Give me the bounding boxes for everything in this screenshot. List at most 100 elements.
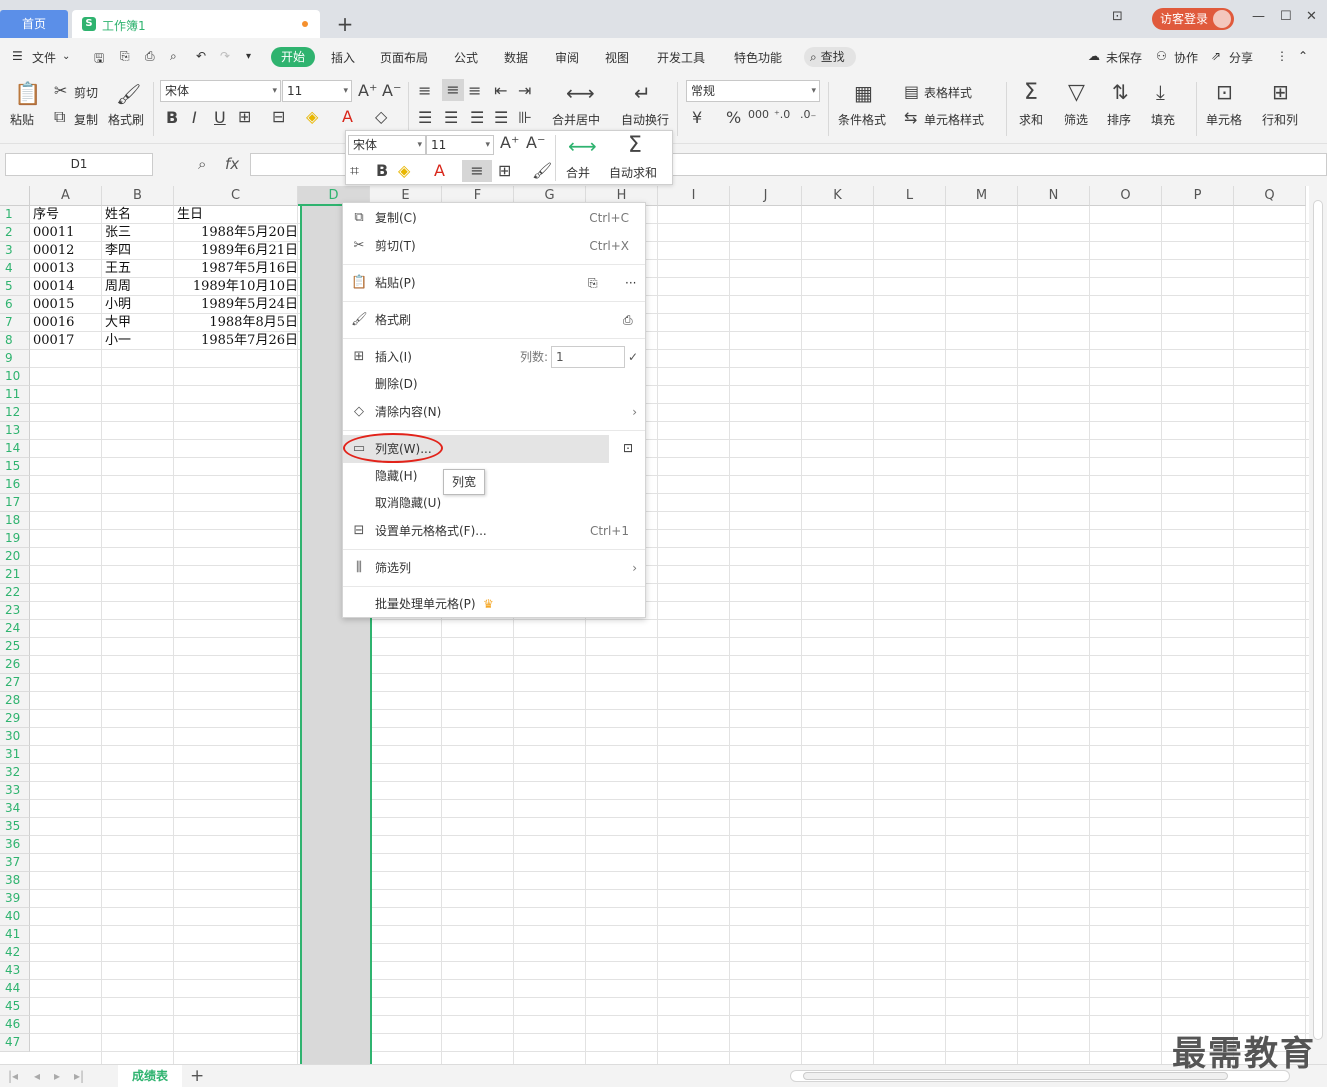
mini-autosum-icon[interactable]: Σ bbox=[628, 133, 642, 158]
row-header[interactable]: 40 bbox=[0, 908, 30, 926]
mini-border-icon[interactable]: ⊞ bbox=[498, 161, 511, 180]
copy-icon[interactable]: ⧉ bbox=[54, 107, 65, 127]
quick-access-dropdown-icon[interactable]: ▾ bbox=[246, 51, 251, 62]
tab-document[interactable]: S 工作簿1 bbox=[72, 10, 320, 38]
row-header[interactable]: 5 bbox=[0, 278, 30, 296]
column-header-n[interactable]: N bbox=[1018, 186, 1090, 206]
sheet-nav-prev-icon[interactable]: ◂ bbox=[34, 1069, 40, 1083]
underline-icon[interactable]: U bbox=[214, 108, 226, 127]
column-header-i[interactable]: I bbox=[658, 186, 730, 206]
cell[interactable]: 00016 bbox=[33, 314, 74, 332]
sheet-grid[interactable]: ABCDEFGHIJKLMNOPQ 1 2 3 4 5 6 7 8 9 10 11 12 13 14 15 1… bbox=[0, 186, 1309, 1064]
column-header-k[interactable]: K bbox=[802, 186, 874, 206]
justify-icon[interactable]: ☰ bbox=[494, 108, 508, 127]
row-header[interactable]: 44 bbox=[0, 980, 30, 998]
row-header[interactable]: 1 bbox=[0, 206, 30, 224]
row-header[interactable]: 28 bbox=[0, 692, 30, 710]
row-header[interactable]: 9 bbox=[0, 350, 30, 368]
menu-unhide[interactable]: 取消隐藏(U) bbox=[343, 490, 645, 516]
menu-developer[interactable]: 开发工具 bbox=[657, 49, 705, 66]
row-header[interactable]: 18 bbox=[0, 512, 30, 530]
menu-start[interactable]: 开始 bbox=[271, 47, 315, 67]
cell[interactable]: 姓名 bbox=[105, 206, 131, 224]
fill-color-icon[interactable]: ◈ bbox=[306, 107, 318, 126]
cell[interactable]: 00011 bbox=[33, 224, 74, 242]
eraser-icon[interactable]: ◇ bbox=[375, 107, 387, 126]
horizontal-scroll-thumb[interactable] bbox=[803, 1072, 1228, 1080]
collapse-ribbon-icon[interactable]: ⌃ bbox=[1298, 49, 1308, 63]
row-header[interactable]: 15 bbox=[0, 458, 30, 476]
distributed-icon[interactable]: ⊪ bbox=[518, 108, 532, 127]
hamburger-icon[interactable]: ☰ bbox=[12, 49, 23, 63]
sheet-nav-first-icon[interactable]: |◂ bbox=[8, 1069, 18, 1083]
row-header[interactable]: 46 bbox=[0, 1016, 30, 1034]
align-center-icon[interactable]: ☰ bbox=[444, 108, 458, 127]
row-header[interactable]: 29 bbox=[0, 710, 30, 728]
align-middle-icon[interactable]: ≡ bbox=[442, 79, 464, 101]
number-format-select[interactable]: 常规 bbox=[686, 80, 820, 102]
cell-label[interactable]: 单元格 bbox=[1206, 111, 1242, 128]
cell[interactable]: 小一 bbox=[105, 332, 131, 350]
row-header[interactable]: 34 bbox=[0, 800, 30, 818]
window-layout-icon[interactable]: ⊡ bbox=[1112, 9, 1123, 24]
conditional-format-label[interactable]: 条件格式 bbox=[838, 111, 886, 128]
decrease-decimal-icon[interactable]: .0₋ bbox=[800, 108, 816, 121]
collab-label[interactable]: 协作 bbox=[1174, 49, 1198, 66]
cell[interactable]: 1989年5月24日 bbox=[201, 296, 298, 314]
mini-font-select[interactable]: 宋体 bbox=[348, 135, 426, 155]
row-header[interactable]: 27 bbox=[0, 674, 30, 692]
tab-home[interactable]: 首页 bbox=[0, 10, 68, 38]
menu-review[interactable]: 审阅 bbox=[555, 49, 579, 66]
sheet-tab-active[interactable]: 成绩表 bbox=[118, 1065, 182, 1087]
vertical-scroll-thumb[interactable] bbox=[1313, 200, 1323, 1040]
menu-paste[interactable]: 📋 粘贴(P) ⎘ ··· bbox=[343, 270, 645, 296]
cell[interactable]: 周周 bbox=[105, 278, 131, 296]
rows-cols-label[interactable]: 行和列 bbox=[1262, 111, 1298, 128]
conditional-format-icon[interactable]: ▦ bbox=[854, 81, 873, 105]
more-options-icon[interactable]: ··· bbox=[625, 270, 636, 296]
export-icon[interactable]: ⎘ bbox=[120, 49, 130, 64]
redo-icon[interactable]: ↷ bbox=[220, 49, 230, 63]
row-header[interactable]: 24 bbox=[0, 620, 30, 638]
minimize-icon[interactable]: — bbox=[1252, 9, 1265, 24]
mini-autosum-label[interactable]: 自动求和 bbox=[609, 164, 657, 181]
cell[interactable]: 1987年5月16日 bbox=[201, 260, 298, 278]
menu-batch-process[interactable]: 批量处理单元格(P) ♛ bbox=[343, 591, 645, 617]
bold-icon[interactable]: B bbox=[166, 108, 178, 127]
menu-insert[interactable]: ⊞ 插入(I) 列数: 1 ✓ bbox=[343, 344, 645, 370]
row-header[interactable]: 6 bbox=[0, 296, 30, 314]
align-top-icon[interactable]: ≡ bbox=[418, 81, 431, 100]
column-header-l[interactable]: L bbox=[874, 186, 946, 206]
menu-data[interactable]: 数据 bbox=[504, 49, 528, 66]
row-header[interactable]: 16 bbox=[0, 476, 30, 494]
row-header[interactable]: 11 bbox=[0, 386, 30, 404]
mini-format-painter-icon[interactable]: 🖌 bbox=[532, 161, 552, 180]
row-header[interactable]: 8 bbox=[0, 332, 30, 350]
mini-fill-color-icon[interactable]: ◈ bbox=[398, 161, 410, 180]
menu-features[interactable]: 特色功能 bbox=[734, 49, 782, 66]
vertical-scrollbar[interactable] bbox=[1309, 186, 1327, 1064]
row-header[interactable]: 10 bbox=[0, 368, 30, 386]
menu-format-cells[interactable]: ⊟ 设置单元格格式(F)... Ctrl+1 bbox=[343, 518, 645, 544]
row-header[interactable]: 13 bbox=[0, 422, 30, 440]
row-header[interactable]: 38 bbox=[0, 872, 30, 890]
menu-view[interactable]: 视图 bbox=[605, 49, 629, 66]
align-left-icon[interactable]: ☰ bbox=[418, 108, 432, 127]
row-header[interactable]: 37 bbox=[0, 854, 30, 872]
cell-style-icon[interactable]: ⇆ bbox=[904, 108, 917, 127]
paste-icon[interactable]: 📋 bbox=[14, 82, 41, 107]
format-painter-label[interactable]: 格式刷 bbox=[108, 111, 144, 128]
thousands-icon[interactable]: 000 bbox=[748, 108, 769, 121]
currency-icon[interactable]: ¥ bbox=[692, 108, 702, 127]
zoom-function-icon[interactable]: ⌕ bbox=[198, 155, 206, 173]
row-header[interactable]: 7 bbox=[0, 314, 30, 332]
row-header[interactable]: 25 bbox=[0, 638, 30, 656]
wrap-text-label[interactable]: 自动换行 bbox=[621, 111, 669, 128]
menu-file[interactable]: 文件 bbox=[32, 49, 56, 66]
row-header[interactable]: 35 bbox=[0, 818, 30, 836]
increase-font-icon[interactable]: A⁺ bbox=[358, 81, 377, 100]
close-icon[interactable]: ✕ bbox=[1306, 9, 1317, 24]
row-header[interactable]: 32 bbox=[0, 764, 30, 782]
row-header[interactable]: 33 bbox=[0, 782, 30, 800]
sort-icon[interactable]: ⇅ bbox=[1112, 80, 1129, 104]
